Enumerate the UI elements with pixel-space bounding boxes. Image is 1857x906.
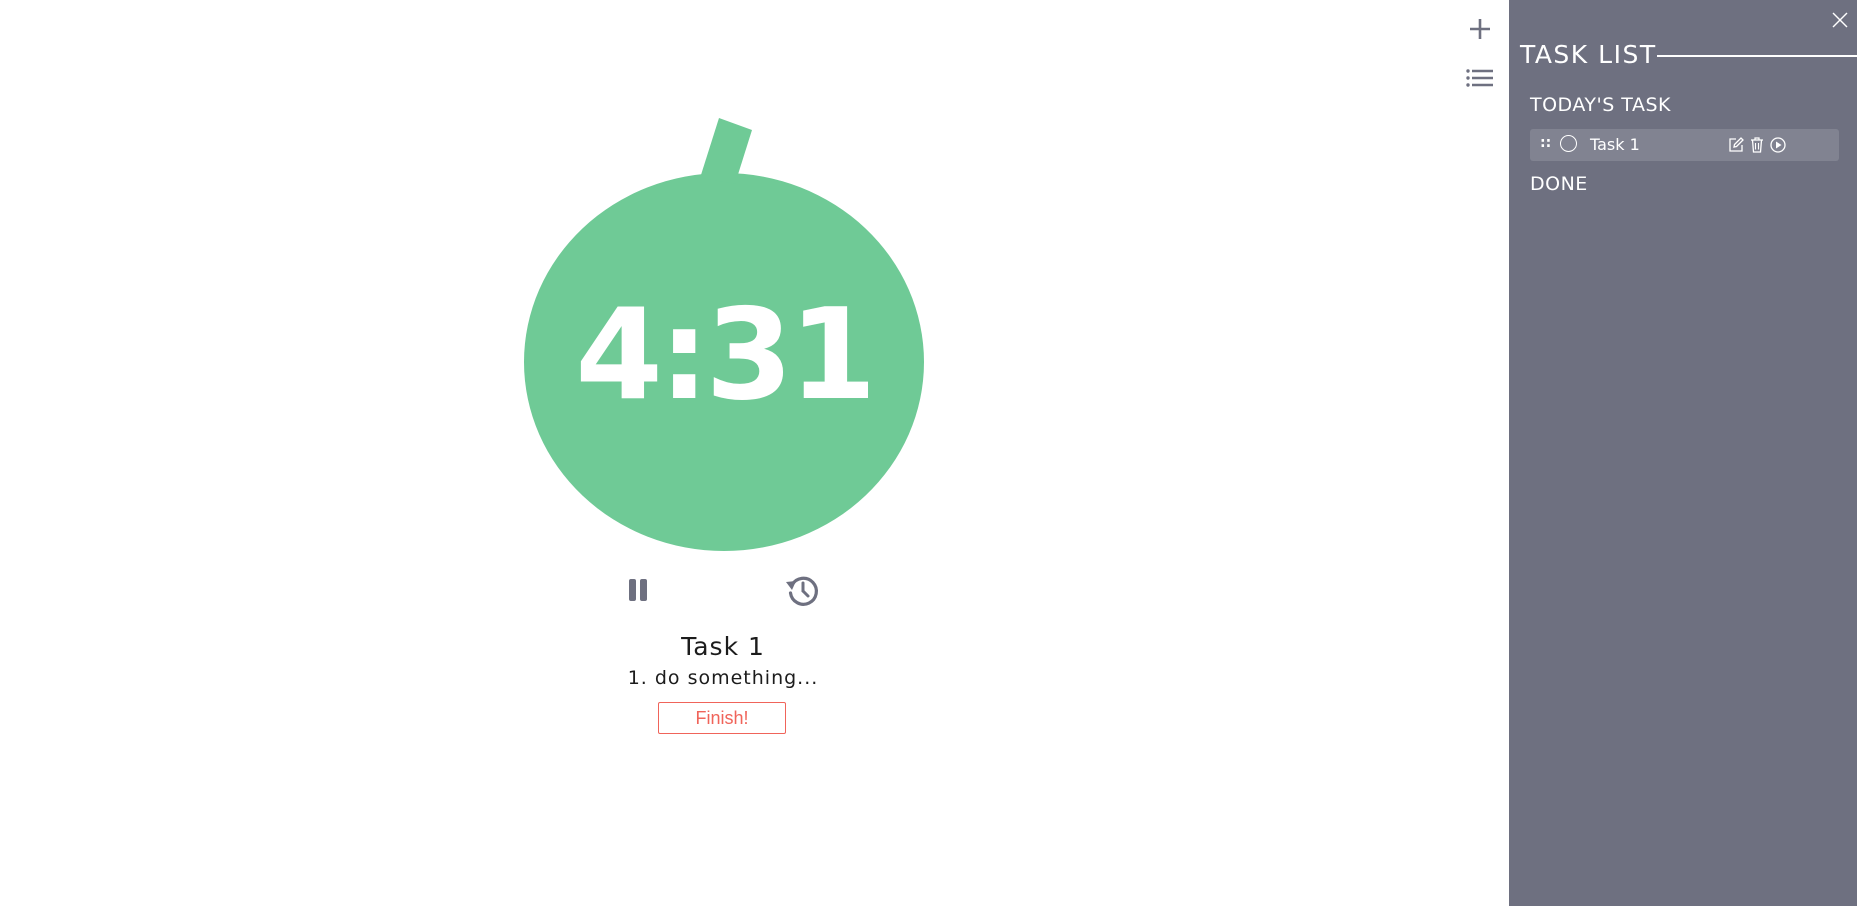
- pause-button[interactable]: [618, 571, 658, 611]
- complete-checkbox[interactable]: [1560, 135, 1577, 152]
- timer-display: 4:31: [575, 281, 876, 428]
- list-icon: [1466, 69, 1493, 87]
- task-item-label: Task 1: [1590, 135, 1640, 154]
- reset-button[interactable]: [783, 571, 823, 611]
- current-task-note: 1. do something...: [627, 667, 819, 689]
- finish-button[interactable]: Finish!: [658, 702, 786, 734]
- edit-task-button[interactable]: [1727, 136, 1745, 154]
- drag-handle-icon[interactable]: ::: [1540, 135, 1551, 151]
- timer-area: 4:31 Task 1 1. do something... Finish!: [0, 0, 1509, 906]
- panel-title: TASK LIST: [1520, 40, 1657, 69]
- close-panel-button[interactable]: [1829, 9, 1851, 31]
- plus-icon: [1470, 19, 1490, 39]
- pause-icon: [629, 579, 647, 601]
- todays-task-heading: TODAY'S TASK: [1530, 94, 1671, 116]
- task-list-panel: TASK LIST TODAY'S TASK :: Task 1 DONE: [1509, 0, 1857, 906]
- current-task-title: Task 1: [681, 632, 765, 661]
- task-list-button[interactable]: [1460, 59, 1500, 99]
- play-icon: [1770, 137, 1786, 153]
- edit-icon: [1729, 137, 1744, 152]
- task-list-item[interactable]: :: Task 1: [1530, 129, 1839, 161]
- delete-task-button[interactable]: [1748, 136, 1766, 154]
- history-icon: [786, 576, 818, 606]
- done-heading: DONE: [1530, 173, 1588, 195]
- pomodoro-timer: 4:31: [523, 118, 925, 552]
- title-divider: [1657, 55, 1857, 57]
- start-task-button[interactable]: [1769, 136, 1787, 154]
- trash-icon: [1751, 137, 1763, 153]
- close-icon: [1832, 12, 1848, 28]
- add-task-button[interactable]: [1460, 9, 1500, 49]
